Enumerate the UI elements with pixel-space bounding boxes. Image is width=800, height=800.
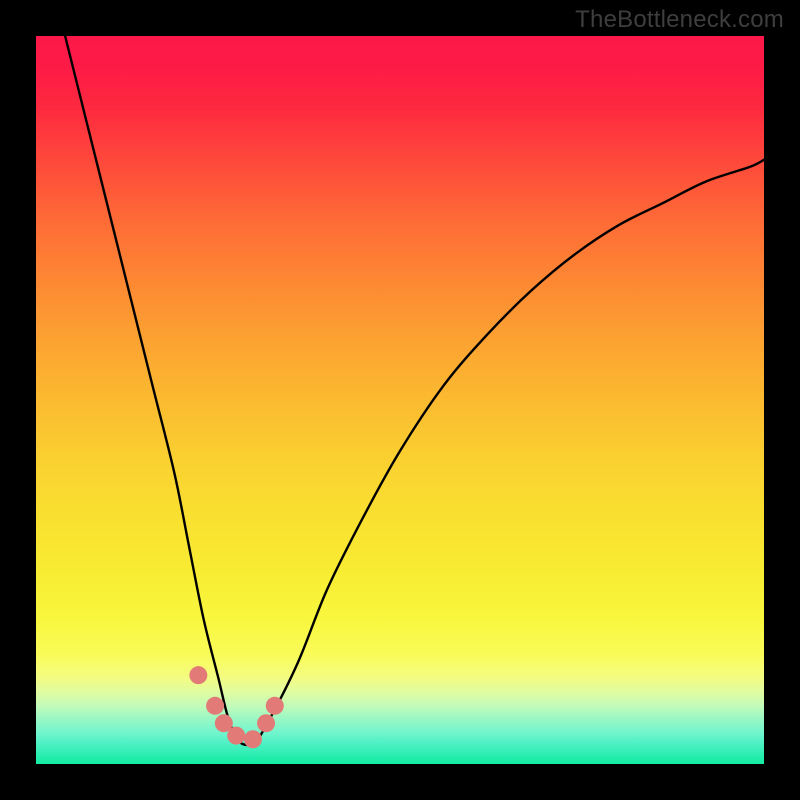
dot-7: [266, 697, 284, 715]
dot-2: [206, 697, 224, 715]
dot-6: [257, 714, 275, 732]
dot-1: [189, 666, 207, 684]
bottleneck-curve: [65, 36, 764, 745]
curve-layer: [36, 36, 764, 764]
chart-frame: TheBottleneck.com: [0, 0, 800, 800]
dot-4: [227, 727, 245, 745]
plot-area: [36, 36, 764, 764]
dot-5: [244, 730, 262, 748]
watermark-text: TheBottleneck.com: [575, 6, 784, 34]
